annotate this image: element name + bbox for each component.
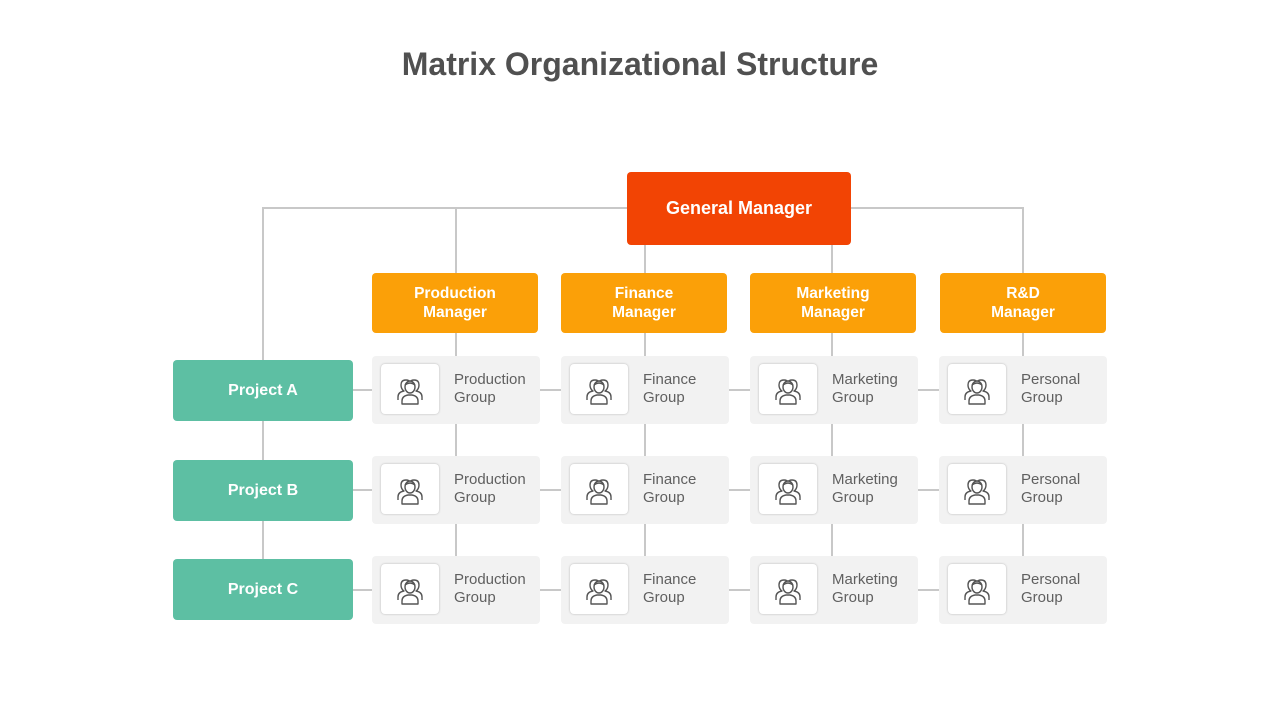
group-label-line2: Group	[643, 389, 685, 406]
finance-manager-box[interactable]: Finance Manager	[561, 273, 727, 333]
group-cell-c-4[interactable]: Personal Group	[939, 556, 1107, 624]
group-cell-c-2[interactable]: Finance Group	[561, 556, 729, 624]
project-label: Project B	[227, 481, 299, 499]
manager-label: R&D Manager	[991, 284, 1055, 322]
group-label-line2: Group	[1021, 389, 1063, 406]
team-icon	[759, 464, 817, 514]
group-label-line1: Marketing	[832, 571, 898, 588]
group-label: Personal Group	[1021, 471, 1080, 507]
team-icon	[759, 364, 817, 414]
group-label-line1: Personal	[1021, 571, 1081, 588]
group-label-line2: Group	[1021, 489, 1063, 506]
manager-label-line1: Production	[414, 285, 496, 302]
team-icon	[948, 564, 1006, 614]
team-icon	[948, 464, 1006, 514]
group-cell-b-2[interactable]: Finance Group	[561, 456, 729, 524]
group-label: Marketing Group	[832, 371, 898, 407]
group-cell-b-1[interactable]: Production Group	[372, 456, 540, 524]
group-cell-c-1[interactable]: Production Group	[372, 556, 540, 624]
group-label: Marketing Group	[832, 471, 898, 507]
group-label-line2: Group	[1021, 589, 1063, 606]
production-manager-box[interactable]: Production Manager	[372, 273, 538, 333]
group-label-line2: Group	[832, 489, 874, 506]
page-title: Matrix Organizational Structure	[401, 46, 879, 82]
group-label: Personal Group	[1021, 571, 1080, 607]
group-label: Production Group	[454, 571, 526, 607]
general-manager-box[interactable]: General Manager	[627, 172, 851, 245]
project-b-box[interactable]: Project B	[173, 460, 353, 521]
group-label: Production Group	[454, 371, 526, 407]
group-label-line1: Finance	[643, 371, 697, 388]
manager-label-line1: Finance	[614, 285, 674, 302]
group-label-line1: Production	[454, 371, 526, 388]
group-label-line1: Personal	[1021, 371, 1081, 388]
manager-label-line2: Manager	[991, 304, 1055, 321]
group-label: Marketing Group	[832, 571, 898, 607]
group-label-line2: Group	[832, 389, 874, 406]
group-cell-a-2[interactable]: Finance Group	[561, 356, 729, 424]
group-label-line1: Production	[454, 571, 526, 588]
group-label-line1: Marketing	[832, 471, 898, 488]
manager-label: Marketing Manager	[796, 284, 869, 322]
project-a-box[interactable]: Project A	[173, 360, 353, 421]
group-label-line1: Finance	[643, 471, 697, 488]
group-cell-c-3[interactable]: Marketing Group	[750, 556, 918, 624]
team-icon	[570, 364, 628, 414]
group-label-line2: Group	[454, 589, 496, 606]
team-icon	[570, 464, 628, 514]
manager-label: Finance Manager	[612, 284, 676, 322]
project-label: Project A	[228, 381, 298, 399]
manager-label-line1: Marketing	[796, 285, 870, 302]
manager-label: Production Manager	[414, 284, 496, 322]
group-label: Finance Group	[643, 371, 696, 407]
group-label-line1: Personal	[1021, 471, 1081, 488]
group-label-line2: Group	[454, 389, 496, 406]
group-label-line2: Group	[832, 589, 874, 606]
group-label-line2: Group	[643, 589, 685, 606]
group-cell-b-4[interactable]: Personal Group	[939, 456, 1107, 524]
manager-label-line2: Manager	[612, 304, 676, 321]
group-cell-a-4[interactable]: Personal Group	[939, 356, 1107, 424]
team-icon	[381, 564, 439, 614]
rd-manager-box[interactable]: R&D Manager	[940, 273, 1106, 333]
team-icon	[381, 464, 439, 514]
group-label-line1: Finance	[643, 571, 697, 588]
group-label-line2: Group	[454, 489, 496, 506]
group-cell-a-3[interactable]: Marketing Group	[750, 356, 918, 424]
group-cell-b-3[interactable]: Marketing Group	[750, 456, 918, 524]
manager-label-line2: Manager	[423, 304, 487, 321]
project-label: Project C	[227, 580, 299, 598]
manager-label-line2: Manager	[801, 304, 865, 321]
team-icon	[570, 564, 628, 614]
group-label-line1: Marketing	[832, 371, 898, 388]
group-label-line1: Production	[454, 471, 526, 488]
general-manager-label: General Manager	[665, 198, 813, 218]
group-label: Finance Group	[643, 571, 696, 607]
team-icon	[381, 364, 439, 414]
team-icon	[759, 564, 817, 614]
group-label: Production Group	[454, 471, 526, 507]
group-label: Personal Group	[1021, 371, 1080, 407]
group-label: Finance Group	[643, 471, 696, 507]
team-icon	[948, 364, 1006, 414]
manager-label-line1: R&D	[1006, 285, 1040, 302]
project-c-box[interactable]: Project C	[173, 559, 353, 620]
group-cell-a-1[interactable]: Production Group	[372, 356, 540, 424]
group-label-line2: Group	[643, 489, 685, 506]
marketing-manager-box[interactable]: Marketing Manager	[750, 273, 916, 333]
